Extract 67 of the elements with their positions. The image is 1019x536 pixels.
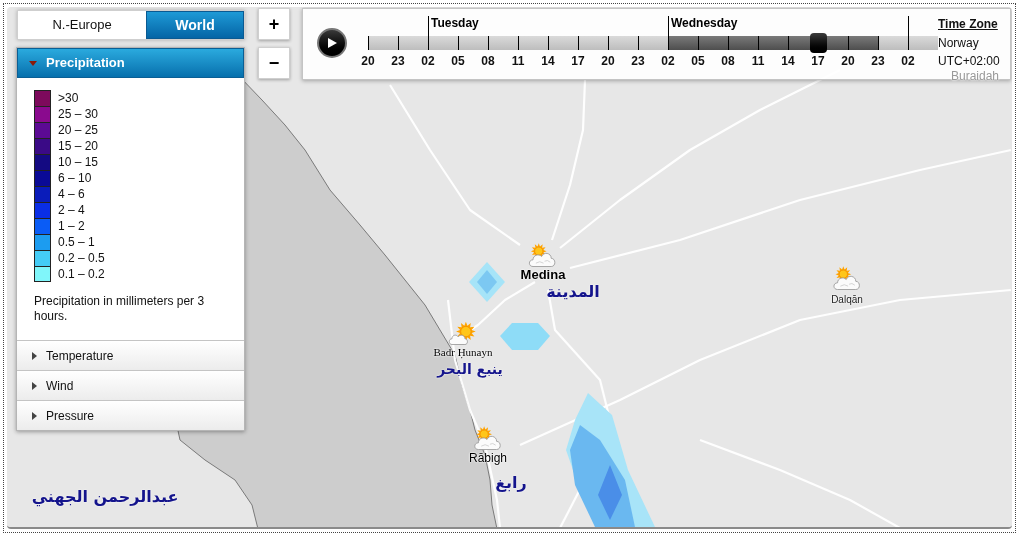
legend-label: 2 – 4 — [58, 202, 85, 218]
region-tab[interactable]: World — [146, 11, 244, 39]
play-icon — [327, 38, 337, 48]
legend-label: 4 – 6 — [58, 186, 85, 202]
legend-label: 1 – 2 — [58, 218, 85, 234]
city-label: Medina — [520, 267, 566, 283]
arabic-label: عبدالرحمن الجهني — [31, 488, 179, 506]
city-label: Badr Ḥunayn — [433, 345, 493, 359]
legend-label: 20 – 25 — [58, 122, 99, 138]
legend-label: 0.2 – 0.5 — [58, 250, 105, 266]
legend-note: Precipitation in millimeters per 3 hours. — [34, 294, 206, 324]
hour-label: 14 — [541, 53, 555, 69]
arabic-label: المدينة — [546, 283, 600, 301]
arabic-label: رابغ — [495, 474, 527, 492]
time-zone-name: Norway — [938, 35, 979, 51]
region-tab[interactable]: N.-Europe — [18, 11, 146, 39]
hour-label: 11 — [511, 53, 525, 69]
caret-down-icon — [29, 60, 37, 66]
rain-area — [500, 323, 550, 350]
layer-header[interactable]: Precipitation — [17, 48, 244, 78]
hour-label: 11 — [751, 53, 765, 69]
day-label: Tuesday — [430, 16, 479, 32]
hour-label: 02 — [901, 53, 915, 69]
zoom-out-button[interactable]: − — [258, 47, 290, 79]
legend-label: 10 – 15 — [58, 154, 99, 170]
layer-header[interactable]: Temperature — [17, 341, 244, 370]
caret-right-icon — [32, 381, 37, 390]
zoom-in-button[interactable]: + — [258, 8, 290, 40]
layer-header[interactable]: Wind — [17, 371, 244, 400]
day-label: Wednesday — [670, 16, 738, 32]
hour-label: 02 — [661, 53, 675, 69]
hour-label: 17 — [571, 53, 585, 69]
caret-right-icon — [32, 411, 37, 420]
city-label: Dalqān — [831, 293, 863, 306]
city-label: Buraidah — [951, 70, 999, 83]
legend-label: 6 – 10 — [58, 170, 92, 186]
hour-label: 17 — [811, 53, 825, 69]
city-label: Rābigh — [469, 450, 507, 466]
sun-cloud-icon — [528, 243, 558, 267]
timeline-handle[interactable] — [810, 33, 828, 53]
hour-label: 23 — [871, 53, 885, 69]
hour-label: 20 — [361, 53, 375, 69]
hour-label: 23 — [631, 53, 645, 69]
hour-label: 05 — [691, 53, 705, 69]
rain-area — [469, 262, 505, 302]
legend-label: 0.5 – 1 — [58, 234, 95, 250]
arabic-label: ينبع البحر — [437, 360, 503, 378]
legend-label: 15 – 20 — [58, 138, 99, 154]
legend-label: 0.1 – 0.2 — [58, 266, 105, 282]
utc-offset: UTC+02:00 — [938, 53, 1000, 69]
legend-label: >30 — [58, 90, 79, 106]
play-button[interactable] — [317, 28, 347, 58]
layer-header[interactable]: Pressure — [17, 401, 244, 430]
time-zone-link[interactable]: Time Zone — [938, 16, 998, 32]
hour-label: 14 — [781, 53, 795, 69]
legend-label: 25 – 30 — [58, 106, 99, 122]
sun-cloud-icon — [448, 321, 478, 345]
hour-label: 20 — [841, 53, 855, 69]
hour-label: 08 — [481, 53, 495, 69]
caret-right-icon — [32, 351, 37, 360]
sun-cloud-icon — [832, 266, 862, 290]
timeline-track[interactable] — [368, 36, 938, 50]
hour-label: 23 — [391, 53, 405, 69]
hour-label: 20 — [601, 53, 615, 69]
hour-label: 02 — [421, 53, 435, 69]
hour-label: 05 — [451, 53, 465, 69]
hour-label: 08 — [721, 53, 735, 69]
